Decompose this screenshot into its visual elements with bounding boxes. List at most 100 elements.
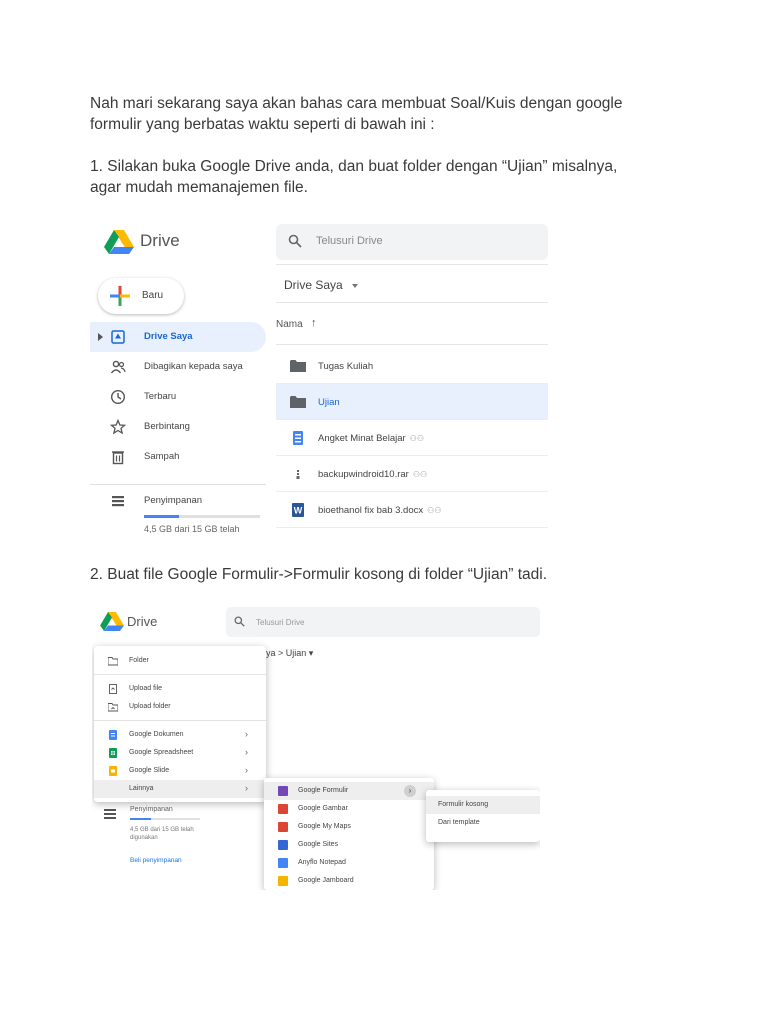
file-row[interactable]: Angket Minat Belajar ⚇⚇ [276,420,548,456]
nav-starred[interactable]: Berbintang [90,412,266,442]
search-bar[interactable]: Telusuri Drive [226,607,540,637]
nav-my-drive[interactable]: Drive Saya [90,322,266,352]
submenu-item-google-sites[interactable]: Google Sites [264,836,434,854]
folder-upload-icon [108,703,118,712]
new-button[interactable]: Baru [98,278,184,314]
folder-icon [290,360,306,372]
submenu-item-label: Google Gambar [298,805,348,812]
submenu-item-label: Anyflo Notepad [298,859,346,866]
submenu-item-google-my-maps[interactable]: Google My Maps [264,818,434,836]
search-bar[interactable]: Telusuri Drive [276,224,548,260]
step2-line: 2. Buat file Google Formulir->Formulir k… [90,566,548,583]
menu-item-google-docs[interactable]: Google Dokumen › [94,726,266,744]
submenu-item-label: Google Formulir [298,787,349,794]
submenu-item-google-forms[interactable]: Google Formulir › [264,782,434,800]
menu-item-upload-file[interactable]: Upload file [94,680,266,698]
file-row[interactable]: Tugas Kuliah [276,348,548,384]
shared-with-me-icon [110,360,126,374]
sort-arrow-up-icon[interactable]: ↑ [311,317,317,329]
search-icon [234,616,245,627]
submenu-item-google-jamboard[interactable]: Google Jamboard [264,872,434,890]
svg-text:W: W [294,506,303,516]
file-row-selected[interactable]: Ujian [276,384,548,420]
menu-item-label: Google Spreadsheet [129,749,194,756]
search-placeholder: Telusuri Drive [256,618,305,627]
nav-trash[interactable]: Sampah [90,442,266,472]
storage-icon [104,806,116,819]
submenu-item-google-drawings[interactable]: Google Gambar [264,800,434,818]
file-name: Tugas Kuliah [318,361,374,372]
storage-label: Penyimpanan [144,495,203,506]
file-row[interactable]: backupwindroid10.rar ⚇⚇ [276,456,548,492]
menu-divider [94,674,266,675]
menu-item-label: Lainnya [129,785,154,792]
menu-item-label: Google Slide [129,767,170,774]
shared-people-icon: ⚇⚇ [412,470,428,479]
jamboard-icon [278,876,288,886]
sites-icon [278,840,288,850]
notepad-icon [278,858,288,868]
submenu-item-anyflo-notepad[interactable]: Anyflo Notepad [264,854,434,872]
drawings-icon [278,804,288,814]
search-placeholder: Telusuri Drive [316,235,383,247]
file-name-wrap: Angket Minat Belajar ⚇⚇ [318,433,424,444]
clock-icon [110,389,126,405]
file-upload-icon [109,684,117,694]
list-divider [276,344,548,345]
submenu-item-label: Formulir kosong [438,801,489,808]
menu-item-google-slides[interactable]: Google Slide › [94,762,266,780]
new-folder-icon [108,657,118,666]
new-button-label: Baru [142,290,164,301]
intro-line-1: Nah mari sekarang saya akan bahas cara m… [90,95,623,112]
sidebar-divider [90,484,266,485]
menu-item-google-sheets[interactable]: Google Spreadsheet › [94,744,266,762]
drive-logo-icon [104,230,134,254]
storage-icon [112,496,124,507]
nav-shared-with-me[interactable]: Dibagikan kepada saya [90,352,266,382]
nav-storage[interactable]: Penyimpanan [90,486,266,516]
nav-label: Berbintang [144,421,190,432]
word-file-icon: W [292,503,304,517]
nav-label: Drive Saya [144,331,193,342]
toolbar-divider [276,302,548,303]
docs-icon [109,730,117,740]
my-maps-icon [278,822,288,832]
drive-brand: Drive [140,231,180,250]
menu-item-label: Upload folder [129,703,171,710]
column-header-name[interactable]: Nama [276,319,303,330]
menu-item-more[interactable]: Lainnya › [94,780,266,798]
shared-people-icon: ⚇⚇ [409,434,425,443]
menu-item-folder[interactable]: Folder [94,652,266,670]
folder-icon [290,396,306,408]
step1-line-1: 1. Silakan buka Google Drive anda, dan b… [90,158,618,175]
slides-icon [109,766,117,776]
storage-bar-fill [130,818,151,820]
breadcrumb[interactable]: Drive Saya [284,278,343,292]
file-name-wrap: backupwindroid10.rar ⚇⚇ [318,469,427,480]
drive-header: Drive Telusuri Drive [90,222,548,264]
expand-caret-icon[interactable] [98,333,103,341]
submenu-item-from-template[interactable]: Dari template [426,814,540,832]
shared-people-icon: ⚇⚇ [427,506,442,515]
submenu-item-blank-form[interactable]: Formulir kosong [426,796,540,814]
breadcrumb[interactable]: ya > Ujian ▾ [266,648,313,659]
chevron-right-icon: › [404,785,416,797]
chevron-right-icon: › [245,729,248,739]
plus-icon [110,286,130,306]
step2-paragraph: 2. Buat file Google Formulir->Formulir k… [90,564,690,585]
menu-item-upload-folder[interactable]: Upload folder [94,698,266,716]
nav-recent[interactable]: Terbaru [90,382,266,412]
drive-screenshot-2: Drive Telusuri Drive ya > Ujian ▾ Penyim… [92,604,540,890]
drive-brand: Drive [127,614,158,629]
star-icon [110,419,126,435]
menu-item-label: Upload file [129,685,163,692]
file-row[interactable]: W bioethanol fix bab 3.docx ⚇⚇ [276,492,548,528]
forms-submenu: Formulir kosong Dari template [426,790,540,842]
chevron-down-icon[interactable] [352,284,358,288]
nav-label: Dibagikan kepada saya [144,361,243,372]
storage-bar-fill [144,515,179,518]
submenu-item-label: Dari template [438,819,480,826]
file-name: Ujian [318,397,340,408]
buy-storage-link[interactable]: Beli penyimpanan [130,857,182,864]
forms-icon [278,786,288,796]
